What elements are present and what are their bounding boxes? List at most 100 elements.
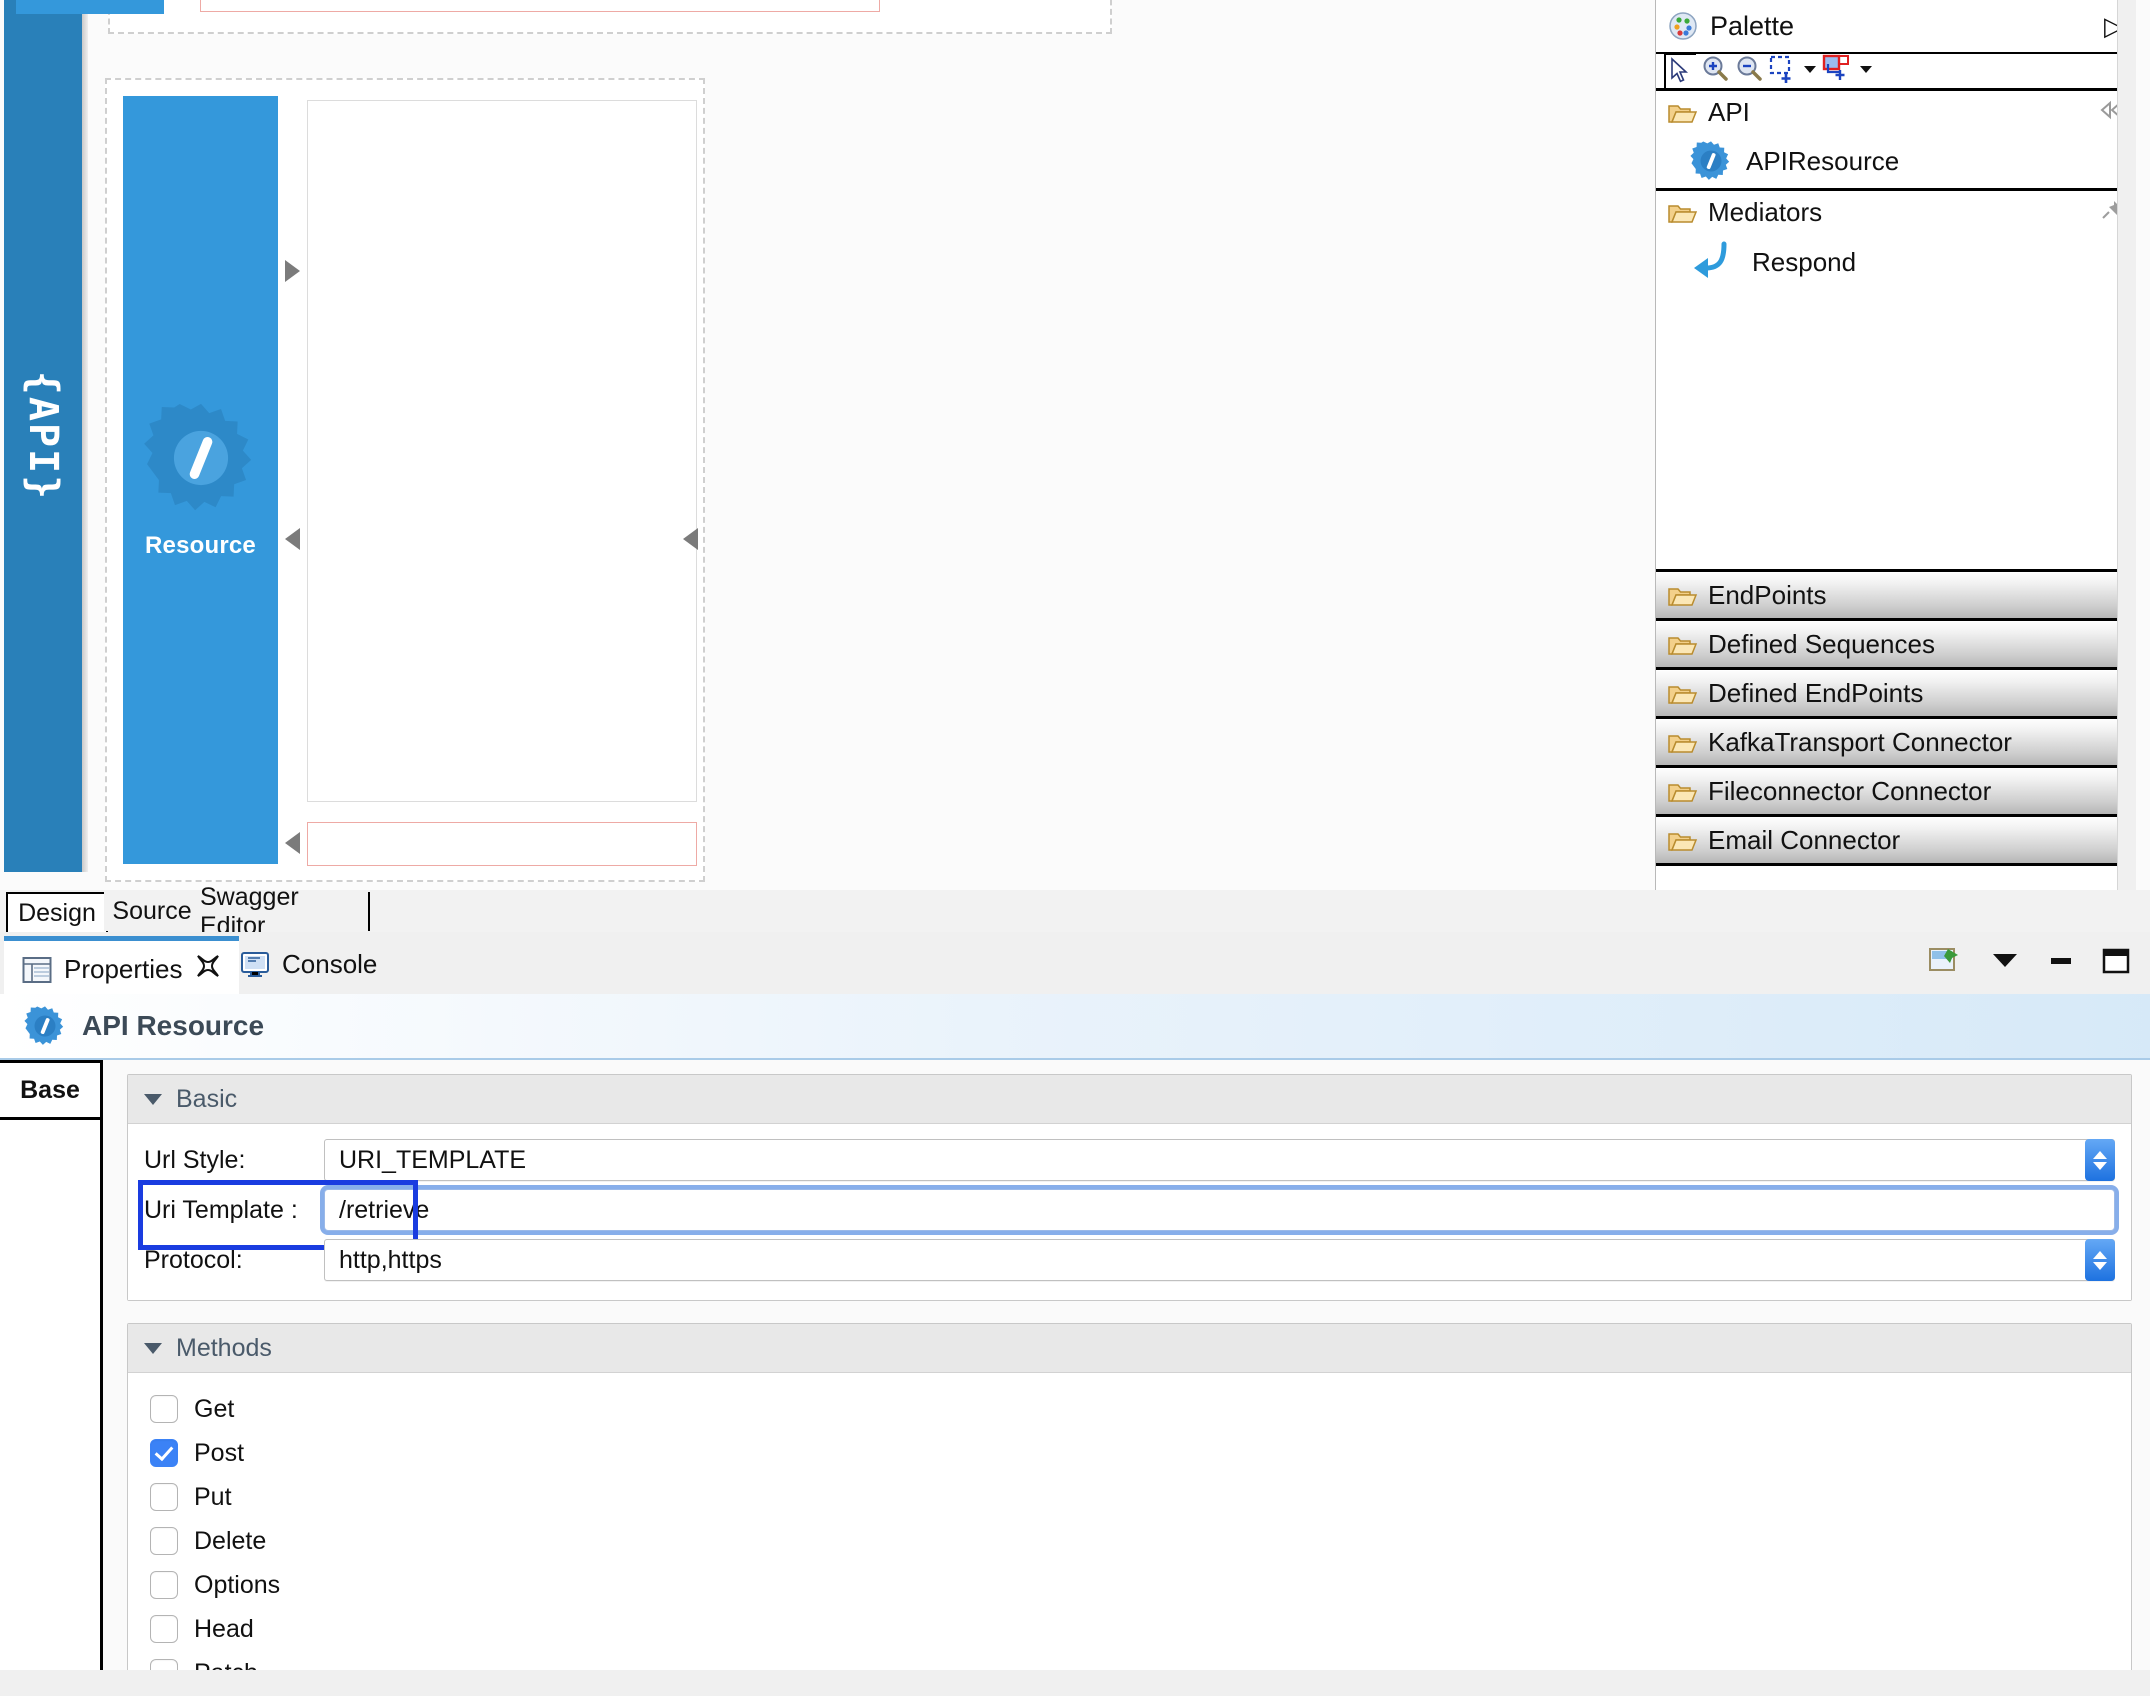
palette-toolbar[interactable] [1656, 52, 2136, 91]
url-style-combo[interactable]: URI_TEMPLATE [324, 1139, 2115, 1181]
protocol-combo[interactable]: http,https [324, 1239, 2115, 1281]
palette-item-respond[interactable]: Respond [1656, 234, 2136, 290]
group-basic-header[interactable]: Basic [128, 1075, 2131, 1124]
connection-dropdown-icon[interactable] [1858, 61, 1874, 82]
folder-open-icon [1668, 636, 1698, 655]
palette-item-apiresource[interactable]: APIResource [1656, 134, 2136, 188]
palette-item-apiresource-label: APIResource [1746, 145, 1900, 176]
properties-header: API Resource [0, 994, 2150, 1060]
marquee-dropdown-icon[interactable] [1802, 61, 1818, 82]
checkbox-row-post[interactable]: Post [150, 1431, 2115, 1475]
protocol-value: http,https [339, 1245, 442, 1274]
palette-drawer-api-header[interactable]: API [1656, 91, 2136, 134]
put-checkbox[interactable] [150, 1483, 178, 1511]
palette-drawer-api[interactable]: API APIResource [1656, 91, 2136, 191]
group-methods-header[interactable]: Methods [128, 1324, 2131, 1373]
palette-drawer-mediators-header[interactable]: Mediators [1656, 191, 2136, 234]
head-checkbox[interactable] [150, 1615, 178, 1643]
page-title: API Resource [82, 1010, 265, 1041]
insequence-drop-area[interactable] [307, 100, 697, 802]
side-tab-base[interactable]: Base [0, 1060, 100, 1120]
close-x-icon[interactable] [195, 953, 221, 986]
post-checkbox[interactable] [150, 1439, 178, 1467]
properties-scroll-area[interactable]: Basic Url Style: URI_TEMPLATE Uri Templa… [103, 1060, 2150, 1696]
palette-drawer-mediators[interactable]: Mediators Respond [1656, 191, 2136, 572]
palette-title-bar: Palette ▷ [1656, 0, 2136, 54]
view-tab-console[interactable]: Console [222, 936, 395, 993]
palette-item-respond-label: Respond [1752, 246, 1857, 277]
api-container-strip[interactable]: {API} [4, 0, 82, 872]
view-toolbar [1928, 946, 2130, 981]
tab-source[interactable]: Source [104, 892, 202, 931]
uri-template-value: /retrieve [339, 1195, 430, 1224]
get-checkbox[interactable] [150, 1395, 178, 1423]
palette-closed-drawers: EndPoints Defined Sequences Defined EndP… [1656, 572, 2136, 866]
group-basic-body: Url Style: URI_TEMPLATE Uri Template : /… [128, 1124, 2131, 1300]
protocol-stepper-icon[interactable] [2085, 1239, 2115, 1281]
field-url-style: Url Style: URI_TEMPLATE [144, 1136, 2115, 1184]
palette-drawer-defined-sequences[interactable]: Defined Sequences [1656, 621, 2136, 670]
properties-side-tabs[interactable]: Base [0, 1060, 103, 1696]
palette-drawer-kafkatransport-connector[interactable]: KafkaTransport Connector [1656, 719, 2136, 768]
folder-open-icon [1668, 685, 1698, 704]
resource-container[interactable]: Resource [105, 78, 705, 882]
folder-open-icon [1668, 587, 1698, 606]
resource-node[interactable]: Resource [123, 96, 278, 864]
palette-drawer-fileconnector-connector[interactable]: Fileconnector Connector [1656, 768, 2136, 817]
palette-icon [1669, 12, 1697, 40]
resource-node-clipped[interactable] [16, 0, 164, 14]
api-resource-gear-icon [24, 1006, 64, 1045]
zoom-in-icon[interactable] [1700, 54, 1730, 89]
group-methods: Methods Get Post Put Delete Options Head [127, 1323, 2132, 1696]
api-strip-label: {API} [20, 370, 66, 502]
checkbox-row-head[interactable]: Head [150, 1607, 2115, 1651]
canvas-strip-shadow [82, 0, 88, 872]
tab-swagger-editor[interactable]: Swagger Editor [200, 883, 370, 940]
insequence-box-clipped[interactable] [200, 0, 880, 12]
palette-drawer-defined-endpoints[interactable]: Defined EndPoints [1656, 670, 2136, 719]
checkbox-row-options[interactable]: Options [150, 1563, 2115, 1607]
properties-table-icon [22, 956, 52, 983]
checkbox-row-get[interactable]: Get [150, 1387, 2115, 1431]
connection-tool-icon[interactable] [1822, 54, 1854, 89]
tab-source-label: Source [112, 897, 192, 925]
insequence-out-arrow-icon [285, 528, 300, 550]
tab-design-label: Design [18, 899, 96, 927]
uri-template-input[interactable]: /retrieve [324, 1189, 2115, 1231]
console-monitor-icon [241, 951, 269, 977]
palette-drawer-defined-endpoints-label: Defined EndPoints [1708, 678, 1924, 708]
palette-panel[interactable]: Palette ▷ API APIResource Mediators Resp… [1655, 0, 2136, 890]
folder-open-icon [1668, 783, 1698, 802]
options-label: Options [194, 1570, 281, 1599]
palette-scrollbar[interactable] [2117, 0, 2136, 890]
palette-drawer-endpoints[interactable]: EndPoints [1656, 572, 2136, 621]
api-resource-gear-icon [1690, 141, 1730, 180]
chevron-down-icon[interactable] [144, 1342, 162, 1354]
checkbox-row-put[interactable]: Put [150, 1475, 2115, 1519]
palette-drawer-email-connector[interactable]: Email Connector [1656, 817, 2136, 866]
palette-drawer-kafkatransport-connector-label: KafkaTransport Connector [1708, 727, 2012, 757]
url-style-stepper-icon[interactable] [2085, 1139, 2115, 1181]
view-menu-icon[interactable] [1990, 950, 2020, 977]
delete-checkbox[interactable] [150, 1527, 178, 1555]
outsequence-in-arrow-icon [683, 528, 698, 550]
pin-view-icon[interactable] [1928, 946, 1962, 981]
palette-drawer-endpoints-label: EndPoints [1708, 580, 1827, 610]
chevron-down-icon[interactable] [144, 1093, 162, 1105]
marquee-tool-icon[interactable] [1768, 54, 1798, 89]
properties-bottom-strip [0, 1670, 2150, 1696]
group-methods-label: Methods [176, 1333, 272, 1362]
outsequence-drop-area[interactable] [307, 822, 697, 866]
api-resource-gear-icon [143, 403, 251, 511]
folder-open-icon [1668, 204, 1698, 223]
checkbox-row-delete[interactable]: Delete [150, 1519, 2115, 1563]
maximize-icon[interactable] [2102, 948, 2130, 979]
zoom-out-icon[interactable] [1734, 54, 1764, 89]
properties-form: Base Basic Url Style: URI_TEMPLATE Uri T… [0, 1060, 2150, 1696]
minimize-icon[interactable] [2048, 950, 2074, 977]
select-tool-icon[interactable] [1664, 52, 1696, 90]
tab-design[interactable]: Design [6, 892, 108, 933]
view-tab-properties[interactable]: Properties [4, 936, 239, 998]
options-checkbox[interactable] [150, 1571, 178, 1599]
uri-template-label: Uri Template : [144, 1195, 298, 1224]
